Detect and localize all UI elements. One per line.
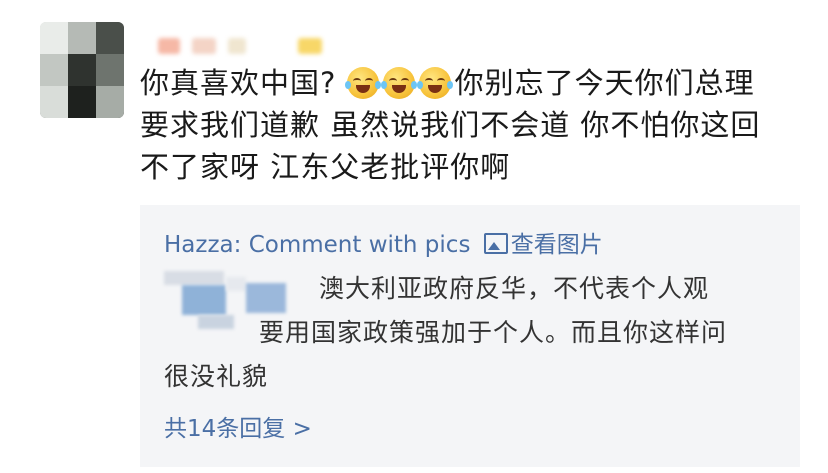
reply-preview-text: : Comment with pics (233, 232, 471, 258)
view-picture-link[interactable]: 查看图片 (511, 232, 603, 258)
more-replies-link[interactable]: 共14条回复 > (164, 409, 312, 443)
laughing-crying-emoji-icon (380, 67, 417, 99)
username-redacted (158, 38, 328, 58)
comment-body: 你真喜欢中国? 你别忘了今天你们总理 要求我们道歉 虽然说我们不会道 你不怕你这… (140, 62, 810, 188)
comment-line-3: 不了家呀 江东父老批评你啊 (140, 150, 511, 184)
image-icon (483, 233, 508, 254)
avatar[interactable] (40, 22, 124, 118)
reply-box[interactable]: Hazza: Comment with pics 查看图片 澳大利亚政府反华，不… (140, 205, 800, 467)
comment-line-2: 要求我们道歉 虽然说我们不会道 你不怕你这回 (140, 108, 761, 142)
comment-prefix: 你真喜欢中国? (140, 66, 337, 100)
comment-line-1: 你真喜欢中国? 你别忘了今天你们总理 (140, 62, 810, 104)
reply-username-redacted (162, 271, 302, 331)
reply-author[interactable]: Hazza (164, 232, 234, 258)
laughing-crying-emoji-icon (344, 67, 381, 99)
reply-preview[interactable]: Hazza: Comment with pics 查看图片 (164, 225, 603, 259)
reply-line-3: 很没礼貌 (164, 362, 269, 391)
comment-line-1-text: 你别忘了今天你们总理 (454, 66, 755, 100)
laughing-crying-emoji-icon (416, 67, 453, 99)
